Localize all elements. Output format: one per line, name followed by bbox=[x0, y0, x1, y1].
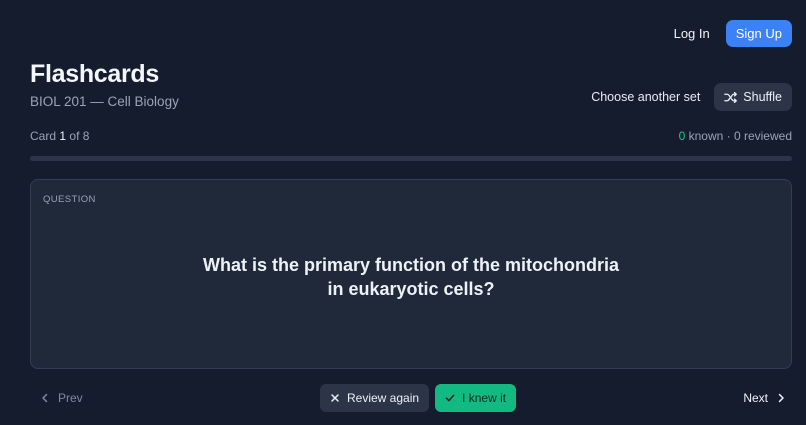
page-title: Flashcards bbox=[30, 60, 160, 88]
answer-buttons: Review again I knew it bbox=[320, 384, 517, 412]
flashcard[interactable]: QUESTION What is the primary function of… bbox=[30, 179, 792, 369]
review-again-button[interactable]: Review again bbox=[320, 384, 430, 412]
choose-another-set-button[interactable]: Choose another set bbox=[591, 90, 700, 104]
card-side-label: QUESTION bbox=[43, 194, 96, 205]
deck-subtitle: BIOL 201 — Cell Biology bbox=[30, 94, 179, 109]
chevron-left-icon bbox=[42, 393, 48, 403]
deck-actions: Choose another set Shuffle bbox=[591, 83, 792, 111]
shuffle-button[interactable]: Shuffle bbox=[714, 83, 792, 111]
progress-bar bbox=[30, 156, 792, 161]
next-label: Next bbox=[743, 391, 768, 405]
card-question-text: What is the primary function of the mito… bbox=[202, 255, 619, 299]
sign-up-button[interactable]: Sign Up bbox=[725, 20, 792, 47]
close-icon bbox=[331, 394, 339, 402]
known-text: known · 0 reviewed bbox=[688, 129, 792, 143]
prev-button[interactable]: Prev bbox=[30, 391, 83, 405]
card-counter: Card 1 of 8 bbox=[30, 129, 89, 143]
prev-label: Prev bbox=[58, 391, 83, 405]
i-knew-it-label: I knew it bbox=[462, 391, 507, 405]
card-counter-total: of 8 bbox=[69, 129, 90, 143]
known-count: 0 bbox=[678, 129, 686, 143]
shuffle-label: Shuffle bbox=[743, 90, 782, 104]
shuffle-icon bbox=[724, 91, 738, 103]
card-navigation: Prev Review again I knew it Next bbox=[30, 384, 792, 412]
card-current-number: 1 bbox=[59, 129, 67, 143]
next-button[interactable]: Next bbox=[743, 391, 792, 405]
log-in-link[interactable]: Log In bbox=[672, 20, 712, 47]
chevron-right-icon bbox=[778, 393, 784, 403]
check-icon bbox=[445, 394, 455, 402]
top-bar: Log In Sign Up bbox=[672, 20, 792, 47]
known-summary: 0 known · 0 reviewed bbox=[679, 129, 792, 143]
i-knew-it-button[interactable]: I knew it bbox=[435, 384, 517, 412]
progress-status: Card 1 of 8 0 known · 0 reviewed bbox=[30, 129, 792, 143]
review-again-label: Review again bbox=[347, 391, 420, 405]
card-counter-prefix: Card bbox=[30, 129, 57, 143]
